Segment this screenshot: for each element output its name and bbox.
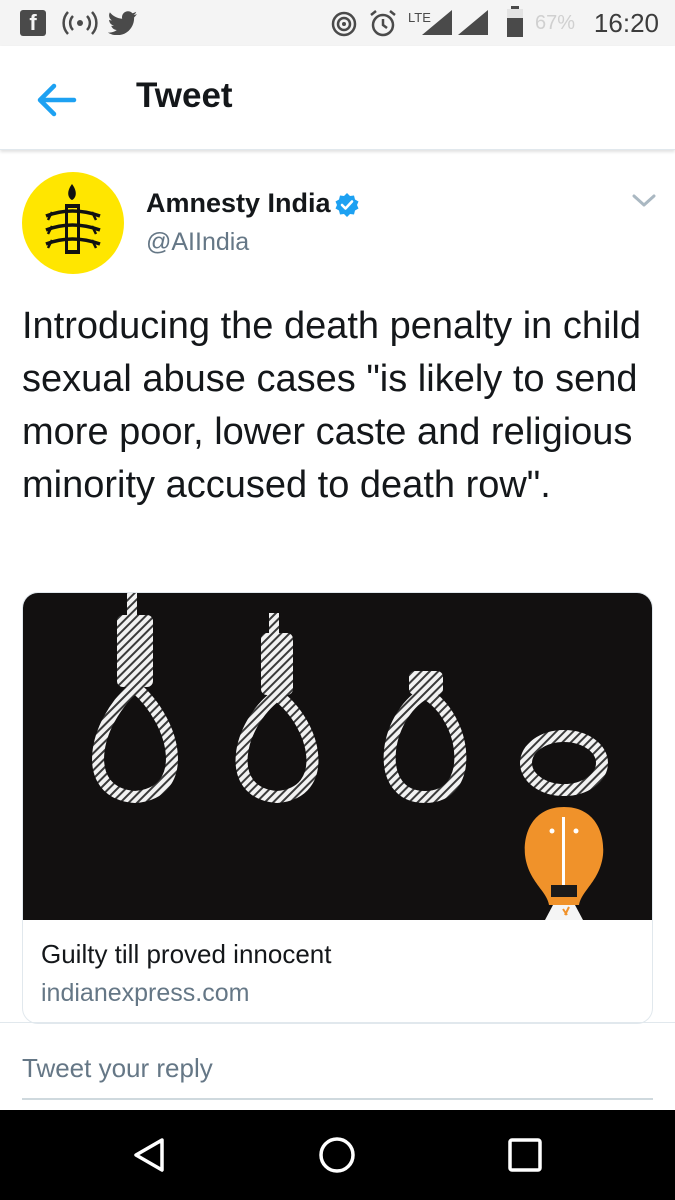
status-bar: f LTE 67% 16:20 <box>0 0 675 46</box>
hotspot-icon <box>331 11 357 37</box>
alarm-icon <box>370 10 396 37</box>
nav-home-icon[interactable] <box>312 1130 362 1180</box>
back-arrow-icon[interactable] <box>30 78 82 122</box>
link-card[interactable]: Guilty till proved innocent indianexpres… <box>22 592 653 1024</box>
wifi-hotspot-icon <box>62 11 98 35</box>
battery-icon <box>507 6 523 37</box>
clock: 16:20 <box>593 7 659 38</box>
facebook-icon: f <box>20 10 46 36</box>
reply-input[interactable] <box>22 1046 653 1100</box>
divider <box>0 1022 675 1023</box>
tweet-text: Introducing the death penalty in child s… <box>22 305 641 506</box>
author-name[interactable]: Amnesty India <box>146 188 331 219</box>
author-handle[interactable]: @AIIndia <box>146 228 249 257</box>
system-nav-bar <box>0 1110 675 1200</box>
card-title: Guilty till proved innocent <box>41 939 332 969</box>
avatar[interactable] <box>22 172 124 274</box>
amnesty-candle-logo <box>45 184 101 254</box>
card-image <box>23 593 652 920</box>
battery-percent: 67% <box>535 11 576 34</box>
app-bar: Tweet <box>0 46 675 150</box>
nav-recents-icon[interactable] <box>500 1130 550 1180</box>
verified-icon <box>335 193 359 217</box>
twitter-icon <box>108 11 137 35</box>
nav-back-icon[interactable] <box>124 1130 174 1180</box>
signal-icon <box>422 10 488 35</box>
card-domain: indianexpress.com <box>41 979 250 1007</box>
chevron-down-icon[interactable] <box>630 192 658 210</box>
page-title: Tweet <box>136 76 233 115</box>
nooses-illustration <box>92 593 608 920</box>
